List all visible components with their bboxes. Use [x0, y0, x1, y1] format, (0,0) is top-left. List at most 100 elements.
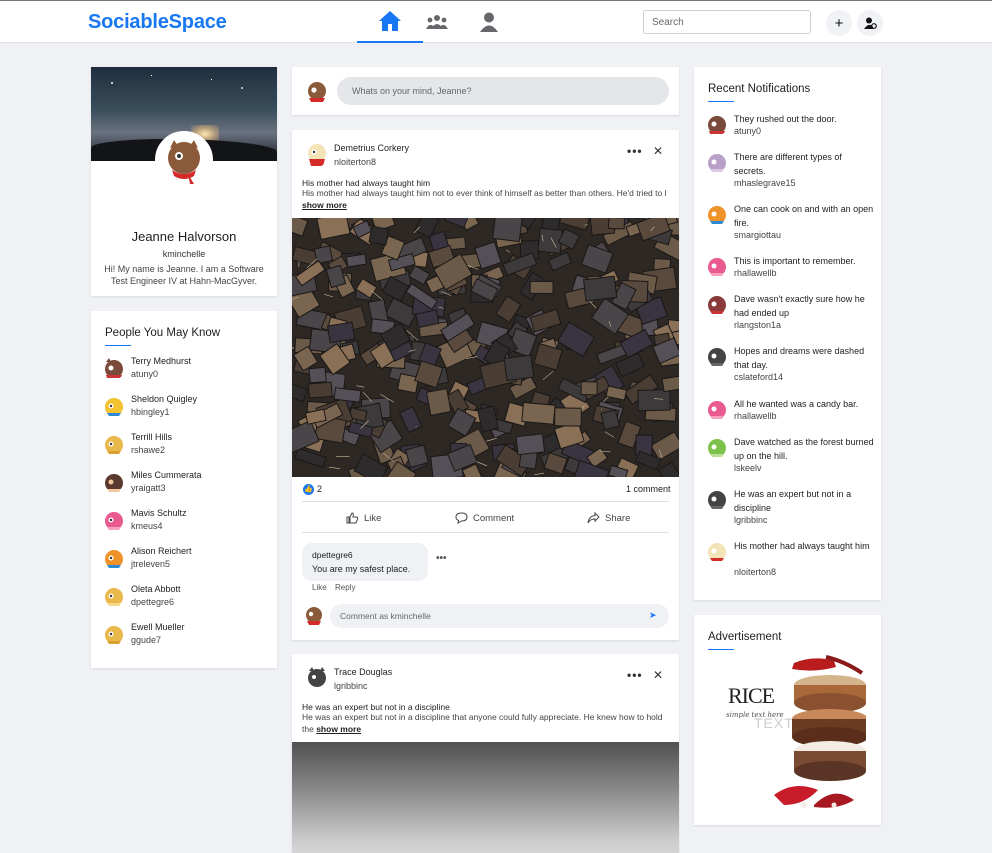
notification-text: This is important to remember. [734, 256, 856, 266]
avatar [704, 539, 728, 563]
person-item[interactable]: Oleta Abbott dpettegre6 [101, 582, 271, 612]
avatar [101, 546, 125, 570]
section-underline [708, 101, 734, 102]
person-username: jtreleven5 [131, 559, 171, 569]
advertisement-image[interactable]: RICE simple text here TEXT [704, 655, 866, 810]
nav-profile-tab[interactable] [456, 1, 522, 43]
send-icon[interactable]: ➤ [649, 610, 657, 621]
show-more-link[interactable]: show more [316, 724, 361, 734]
post-card: Trace Douglas lgribbinc ••• ✕ He was an … [292, 654, 679, 853]
post-author-name[interactable]: Demetrius Corkery [334, 143, 409, 153]
wood-block [326, 321, 356, 344]
person-item[interactable]: Mavis Schultz kmeus4 [101, 506, 271, 536]
thumbs-up-icon [346, 512, 359, 524]
avatar [704, 150, 728, 174]
person-name: Alison Reichert [131, 546, 192, 556]
wood-block [425, 388, 452, 416]
wood-block [583, 275, 618, 302]
avatar [101, 584, 125, 608]
notification-text: Dave watched as the forest burned up on … [734, 437, 874, 461]
post-author-name[interactable]: Trace Douglas [334, 667, 392, 677]
share-label: Share [605, 512, 631, 524]
avatar [101, 470, 125, 494]
wood-block [492, 218, 523, 243]
wood-block [637, 389, 671, 412]
comment-reply-link[interactable]: Reply [335, 583, 355, 592]
person-item[interactable]: Terry Medhurst atuny0 [101, 354, 271, 384]
person-name: Ewell Mueller [131, 622, 185, 632]
wood-block [600, 409, 620, 431]
app-logo[interactable]: SociableSpace [88, 11, 227, 34]
user-icon [480, 12, 498, 32]
notification-username: nloiterton8 [734, 567, 777, 577]
like-count[interactable]: 2 [317, 484, 322, 494]
profile-name: Jeanne Halvorson [131, 229, 237, 244]
create-button[interactable]: + [826, 10, 852, 36]
comment-count[interactable]: 1 comment [626, 484, 671, 494]
more-options-icon[interactable]: ••• [627, 144, 643, 158]
person-username: hbingley1 [131, 407, 170, 417]
wood-block [515, 433, 546, 456]
share-button[interactable]: Share [587, 509, 630, 527]
account-settings-button[interactable] [857, 10, 883, 36]
show-more-link[interactable]: show more [302, 200, 347, 210]
composer-input[interactable]: Whats on your mind, Jeanne? [337, 77, 669, 105]
comment-username[interactable]: dpettegre6 [312, 550, 353, 560]
profile-card: Jeanne Halvorson kminchelle Hi! My name … [91, 67, 277, 296]
profile-username: kminchelle [162, 249, 206, 259]
notification-username: cslateford14 [734, 372, 784, 382]
more-options-icon[interactable]: ••• [627, 668, 643, 682]
close-icon[interactable]: ✕ [653, 668, 663, 682]
user-settings-icon [863, 17, 877, 29]
post-body-text: His mother had always taught him not to … [302, 188, 667, 198]
section-underline [708, 649, 734, 650]
author-avatar[interactable] [303, 141, 329, 167]
post-image[interactable] [292, 742, 679, 853]
notification-username: rlangston1a [734, 320, 782, 330]
profile-bio: Hi! My name is Jeanne. I am a Software T… [104, 264, 264, 286]
like-button[interactable]: Like [346, 509, 381, 527]
avatar [704, 254, 728, 278]
wood-block [333, 387, 362, 403]
post-body: His mother had always taught him not to … [302, 188, 672, 211]
section-underline [105, 345, 131, 346]
person-item[interactable]: Alison Reichert jtreleven5 [101, 544, 271, 574]
wood-block [313, 245, 334, 265]
author-avatar[interactable] [303, 665, 329, 691]
divider [302, 532, 669, 533]
person-item[interactable]: Terrill Hills rshawe2 [101, 430, 271, 460]
post-image[interactable] [292, 218, 679, 477]
wood-block [503, 354, 535, 382]
post-author-username: lgribbinc [334, 681, 368, 691]
profile-avatar[interactable] [155, 131, 213, 189]
close-icon[interactable]: ✕ [653, 144, 663, 158]
avatar [101, 432, 125, 456]
group-icon [426, 15, 448, 29]
post-author-username: nloiterton8 [334, 157, 377, 167]
notification-username: atuny0 [734, 126, 762, 136]
avatar [101, 508, 125, 532]
wood-block [608, 218, 625, 230]
post-title: His mother had always taught him [302, 178, 431, 188]
comment-button[interactable]: Comment [455, 509, 514, 527]
comment-options-icon[interactable]: ••• [436, 553, 447, 564]
person-item[interactable]: Miles Cummerata yraigatt3 [101, 468, 271, 498]
plus-icon: + [834, 14, 844, 32]
wood-block [580, 381, 598, 396]
comment-input[interactable]: Comment as kminchelle [330, 604, 669, 628]
comment-like-link[interactable]: Like [312, 583, 327, 592]
person-item[interactable]: Sheldon Quigley hbingley1 [101, 392, 271, 422]
notifications-card: Recent Notifications They rushed out the… [694, 67, 881, 600]
notification-username: mhaslegrave15 [734, 178, 796, 188]
person-username: ggude7 [131, 635, 162, 645]
like-label: Like [364, 512, 382, 524]
search-input[interactable] [643, 10, 811, 34]
person-name: Terrill Hills [131, 432, 172, 442]
wood-block [554, 407, 582, 427]
person-name: Mavis Schultz [131, 508, 187, 518]
notification-username: rhallawellb [734, 268, 777, 278]
notification-username: lgribbinc [734, 515, 768, 525]
notification-text: All he wanted was a candy bar. [734, 399, 859, 409]
person-item[interactable]: Ewell Mueller ggude7 [101, 620, 271, 650]
person-name: Terry Medhurst [131, 356, 192, 366]
